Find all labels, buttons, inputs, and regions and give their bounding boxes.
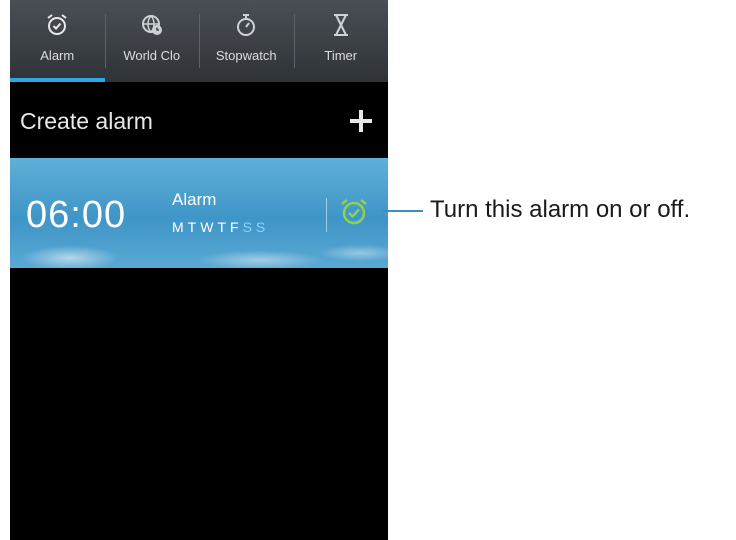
plus-icon[interactable] xyxy=(350,110,372,132)
tab-timer-label: Timer xyxy=(324,48,358,63)
tab-timer[interactable]: Timer xyxy=(293,0,389,82)
tab-stopwatch[interactable]: Stopwatch xyxy=(199,0,294,82)
tab-world-clock-label: World Clo xyxy=(123,48,181,63)
alarm-toggle-icon[interactable] xyxy=(338,196,370,228)
day-friday: F xyxy=(230,219,243,235)
tab-alarm-label: Alarm xyxy=(40,48,75,63)
alarm-clock-icon xyxy=(47,14,67,35)
day-saturday: S xyxy=(242,219,256,235)
alarm-repeat-days: MTWTFSS xyxy=(172,219,269,235)
day-thursday: T xyxy=(217,219,231,235)
tab-world-clock[interactable]: World Clo xyxy=(104,0,200,82)
day-tuesday: T xyxy=(187,219,201,235)
create-alarm-row[interactable]: Create alarm xyxy=(10,82,388,159)
alarm-list-item[interactable]: 06:00 Alarm MTWTFSS xyxy=(10,158,388,268)
phone-screen: Alarm World Clo Stopwatch Timer Create a… xyxy=(10,0,388,540)
tab-alarm[interactable]: Alarm xyxy=(10,0,105,82)
callout-line xyxy=(383,210,423,212)
alarm-time: 06:00 xyxy=(26,194,127,236)
globe-clock-icon xyxy=(141,15,162,35)
alarm-name: Alarm xyxy=(172,190,217,209)
callout-text: Turn this alarm on or off. xyxy=(430,196,691,223)
day-sunday: S xyxy=(255,219,270,235)
tab-bar: Alarm World Clo Stopwatch Timer xyxy=(10,0,388,82)
hourglass-icon xyxy=(333,14,348,36)
create-alarm-label: Create alarm xyxy=(20,108,153,134)
tab-stopwatch-label: Stopwatch xyxy=(215,48,277,63)
divider xyxy=(326,198,327,232)
day-monday: M xyxy=(172,219,188,235)
stopwatch-icon xyxy=(237,14,256,36)
day-wednesday: W xyxy=(200,219,218,235)
